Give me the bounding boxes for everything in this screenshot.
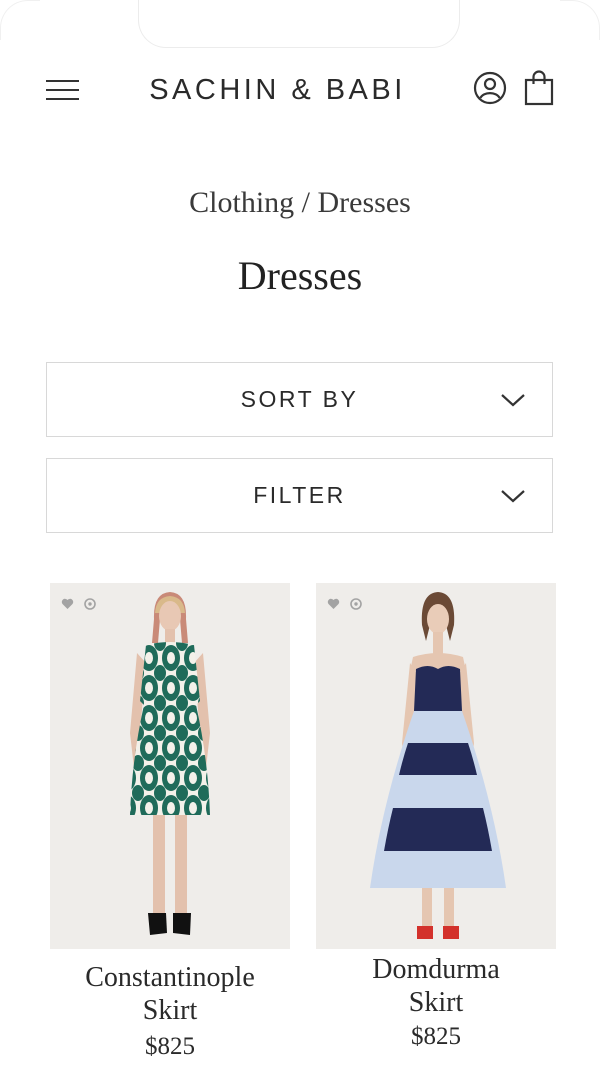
filter-dropdown[interactable]: FILTER <box>46 458 553 533</box>
product-action-icons <box>327 598 362 610</box>
chevron-down-icon <box>501 394 525 407</box>
page-title: Dresses <box>237 253 363 298</box>
site-header: SACHIN & BABI <box>0 60 600 120</box>
device-frame-corner <box>0 0 40 40</box>
product-name-line: Domdurma <box>372 954 500 985</box>
product-action-icons <box>61 598 96 610</box>
hamburger-menu-icon[interactable] <box>46 76 80 102</box>
product-price: $825 <box>411 1023 461 1050</box>
chevron-down-icon <box>501 490 525 503</box>
product-name[interactable]: Domdurma Skirt <box>316 953 556 1019</box>
device-notch <box>138 0 460 48</box>
sort-by-label: SORT BY <box>240 386 359 412</box>
product-name-line: Skirt <box>408 987 464 1018</box>
product-photo <box>50 583 290 949</box>
breadcrumb-current: Dresses <box>317 186 411 219</box>
product-image[interactable] <box>50 583 290 949</box>
product-name[interactable]: Constantinople Skirt <box>50 961 290 1027</box>
heart-icon <box>61 598 74 609</box>
shopping-bag-icon[interactable] <box>523 70 555 106</box>
account-icon[interactable] <box>473 71 507 105</box>
sort-by-dropdown[interactable]: SORT BY <box>46 362 553 437</box>
breadcrumb-separator: / <box>294 186 318 219</box>
product-card: Domdurma Skirt $825 <box>316 583 556 1051</box>
product-photo <box>316 583 556 949</box>
filter-label: FILTER <box>253 482 346 508</box>
heart-icon <box>327 598 340 609</box>
brand-logo[interactable]: SACHIN & BABI <box>110 74 445 107</box>
breadcrumb: Clothing / Dresses <box>0 186 600 220</box>
product-image[interactable] <box>316 583 556 949</box>
product-card: Constantinople Skirt $825 <box>50 583 290 1061</box>
product-name-line: Skirt <box>142 995 198 1026</box>
product-price: $825 <box>145 1033 195 1060</box>
product-name-line: Constantinople <box>85 962 255 993</box>
device-frame-corner <box>560 0 600 40</box>
breadcrumb-link-clothing[interactable]: Clothing <box>189 186 294 219</box>
